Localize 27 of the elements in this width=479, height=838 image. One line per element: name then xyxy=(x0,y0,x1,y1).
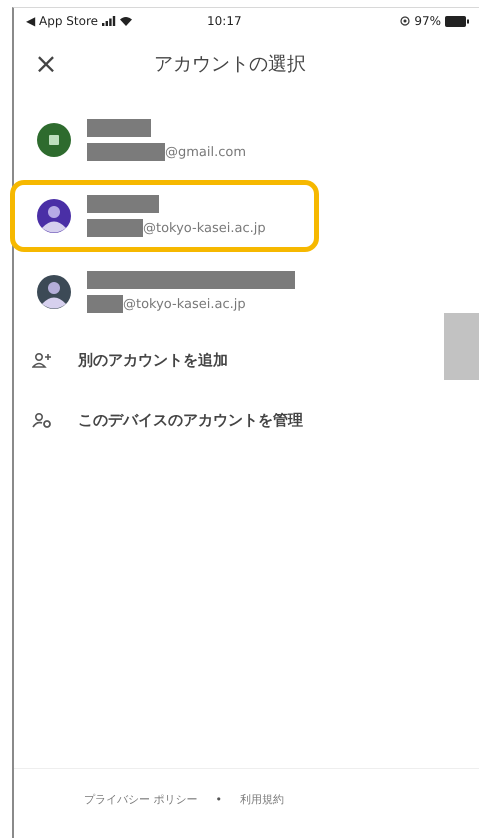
signal-icon xyxy=(102,16,116,26)
person-gear-icon xyxy=(32,412,52,428)
location-icon xyxy=(400,16,410,26)
add-person-icon xyxy=(32,352,52,368)
email-domain: @tokyo-kasei.ac.jp xyxy=(143,220,266,236)
account-action[interactable]: このデバイスのアカウントを管理 xyxy=(14,390,315,450)
back-link[interactable]: ◀ App Store xyxy=(26,14,98,28)
account-item[interactable]: @gmail.com xyxy=(10,104,319,176)
dialog-title: アカウントの選択 xyxy=(154,52,306,77)
account-action[interactable]: 別のアカウントを追加 xyxy=(14,330,240,390)
battery-percent: 97% xyxy=(414,14,441,28)
account-item[interactable]: @tokyo-kasei.ac.jp xyxy=(10,180,319,252)
close-button[interactable]: × xyxy=(34,52,58,76)
email-domain: @tokyo-kasei.ac.jp xyxy=(123,296,246,312)
account-item[interactable]: @tokyo-kasei.ac.jp xyxy=(10,256,319,328)
privacy-link[interactable]: プライバシー ポリシー xyxy=(84,792,198,806)
clock-time: 10:17 xyxy=(207,14,242,28)
scrollbar-thumb[interactable] xyxy=(444,313,479,380)
email-domain: @gmail.com xyxy=(165,144,246,160)
wifi-icon xyxy=(119,16,134,26)
separator-dot: • xyxy=(216,792,222,806)
redacted-name xyxy=(87,119,151,137)
redacted-name xyxy=(87,195,159,213)
redacted-email xyxy=(87,219,143,237)
battery-icon xyxy=(445,16,469,26)
terms-link[interactable]: 利用規約 xyxy=(240,792,284,806)
redacted-email xyxy=(87,295,123,313)
